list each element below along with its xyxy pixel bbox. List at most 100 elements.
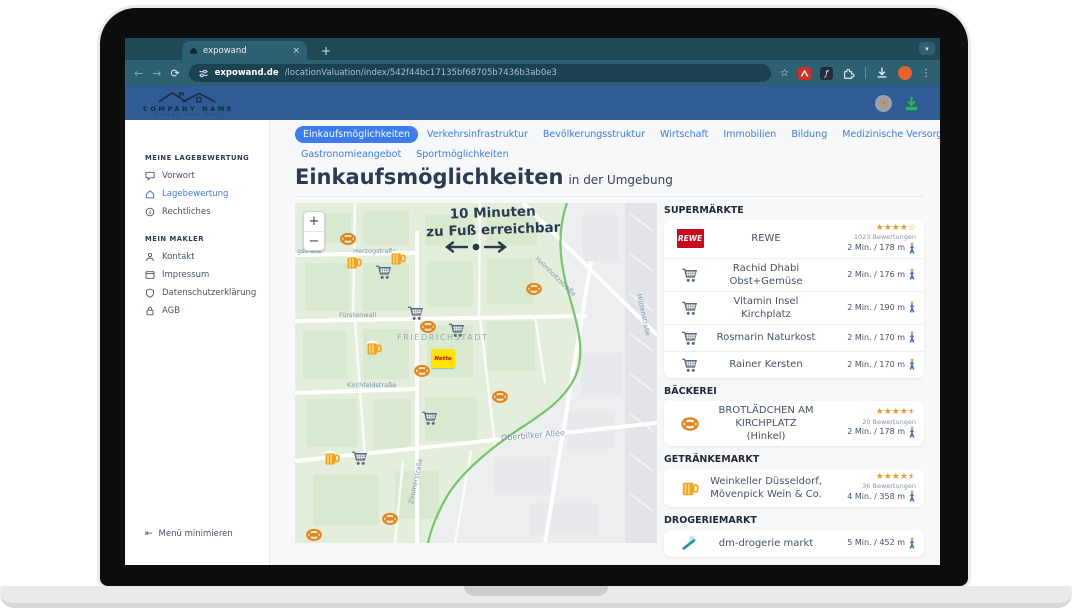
settings-sun-button[interactable] xyxy=(875,95,892,112)
map-netto-logo[interactable]: Netto xyxy=(431,349,455,368)
tab-bildung[interactable]: Bildung xyxy=(785,127,833,142)
store-name: REWE xyxy=(708,232,824,245)
map-beer-icon[interactable] xyxy=(323,449,341,467)
zoom-in-button[interactable]: + xyxy=(304,212,324,231)
site-settings-icon[interactable] xyxy=(198,68,209,79)
map-cart-icon[interactable] xyxy=(375,263,393,281)
tab-wirtschaft[interactable]: Wirtschaft xyxy=(654,127,714,142)
company-name: COMPANY NAME xyxy=(143,105,234,113)
section-title-supermaerkte: SUPERMÄRKTE xyxy=(664,205,924,216)
info-icon xyxy=(145,207,155,217)
walking-icon xyxy=(908,426,916,439)
store-name: Weinkeller Düsseldorf,Mövenpick Wein & C… xyxy=(708,475,824,501)
store-name: Rainer Kersten xyxy=(708,358,824,371)
sidebar-item-label: Impressum xyxy=(162,270,209,280)
map-pretzel-icon[interactable] xyxy=(419,317,437,335)
map-pretzel-icon[interactable] xyxy=(305,525,323,543)
cart-icon xyxy=(681,266,699,284)
walk-radius-annotation: 10 Minuten zu Fuß erreichbar xyxy=(410,203,575,242)
sidebar-item-datenschutz[interactable]: Datenschutzerklärung xyxy=(125,284,269,302)
store-row[interactable]: Rosmarin Naturkost 2 Min. / 170 m xyxy=(664,324,924,351)
tab-bevoelkerungsstruktur[interactable]: Bevölkerungsstruktur xyxy=(537,127,651,142)
content-area: MEINE LAGEBEWERTUNG Vorwort Lagebewertun… xyxy=(125,120,940,565)
tab-list-chevron-icon[interactable]: ▾ xyxy=(919,42,935,55)
browser-menu-icon[interactable]: ⋮ xyxy=(921,68,931,79)
back-icon[interactable]: ← xyxy=(134,68,143,79)
collapse-left-icon xyxy=(145,529,153,539)
profile-avatar[interactable] xyxy=(898,66,912,80)
browser-screen: expowand × + ▾ ← → ⟳ expowand.de /locati… xyxy=(125,38,940,565)
zoom-out-button[interactable]: − xyxy=(304,231,324,250)
tab-immobilien[interactable]: Immobilien xyxy=(717,127,782,142)
url-bar[interactable]: expowand.de /locationValuation/index/542… xyxy=(189,64,771,82)
store-row[interactable]: BROTLÄDCHEN AM KIRCHPLATZ(Hinkel) ★★★★★ … xyxy=(664,401,924,446)
sidebar-item-rechtliches[interactable]: Rechtliches xyxy=(125,203,269,221)
drinks-card: Weinkeller Düsseldorf,Mövenpick Wein & C… xyxy=(664,469,924,507)
bookmark-star-icon[interactable]: ☆ xyxy=(780,68,789,79)
store-name: Vitamin Insel Kirchplatz xyxy=(708,295,824,321)
url-path: /locationValuation/index/542f44bc17135bf… xyxy=(285,68,557,78)
tab-close-icon[interactable]: × xyxy=(292,46,300,56)
sidebar-item-agb[interactable]: AGB xyxy=(125,302,269,320)
star-rating: ★★★★★ xyxy=(824,407,916,417)
store-row[interactable]: Rainer Kersten 2 Min. / 170 m xyxy=(664,351,924,378)
tab-verkehrsinfrastruktur[interactable]: Verkehrsinfrastruktur xyxy=(421,127,534,142)
reload-icon[interactable]: ⟳ xyxy=(170,68,179,79)
sidebar-section-title: MEIN MAKLER xyxy=(125,235,269,248)
cart-icon xyxy=(681,329,699,347)
fx-extension-icon[interactable] xyxy=(820,67,833,80)
sidebar-item-label: Datenschutzerklärung xyxy=(162,288,256,298)
sidebar-item-kontakt[interactable]: Kontakt xyxy=(125,248,269,266)
sidebar-item-lagebewertung[interactable]: Lagebewertung xyxy=(125,185,269,203)
sidebar-item-vorwort[interactable]: Vorwort xyxy=(125,167,269,185)
lock-icon xyxy=(145,306,155,316)
map-pretzel-icon[interactable] xyxy=(339,229,357,247)
rewe-logo: REWE xyxy=(677,229,704,248)
store-row[interactable]: dm-drogerie markt 5 Min. / 452 m xyxy=(664,530,924,557)
home-favicon-icon xyxy=(189,46,198,55)
walking-icon xyxy=(908,490,916,503)
tab-einkaufsmoeglichkeiten[interactable]: Einkaufsmöglichkeiten xyxy=(295,126,418,143)
map-beer-icon[interactable] xyxy=(365,339,383,357)
tab-title: expowand xyxy=(203,46,287,56)
annotation-arrows-icon xyxy=(445,240,507,254)
browser-tab[interactable]: expowand × xyxy=(182,41,307,60)
sidebar-item-label: Lagebewertung xyxy=(162,189,228,199)
map-beer-icon[interactable] xyxy=(345,253,363,271)
downloads-icon[interactable] xyxy=(875,66,889,80)
store-row[interactable]: Weinkeller Düsseldorf,Mövenpick Wein & C… xyxy=(664,469,924,507)
map-cart-icon[interactable] xyxy=(448,321,466,339)
map-cart-icon[interactable] xyxy=(351,449,369,467)
store-row[interactable]: Vitamin Insel Kirchplatz 2 Min. / 190 m xyxy=(664,291,924,324)
map-pretzel-icon[interactable] xyxy=(413,361,431,379)
map-cart-icon[interactable] xyxy=(421,409,439,427)
new-tab-button[interactable]: + xyxy=(321,45,331,57)
sidebar-group-lagebewertung: MEINE LAGEBEWERTUNG Vorwort Lagebewertun… xyxy=(125,154,269,221)
toothbrush-icon xyxy=(680,533,700,553)
forward-icon[interactable]: → xyxy=(152,68,161,79)
store-name: BROTLÄDCHEN AM KIRCHPLATZ(Hinkel) xyxy=(708,404,824,443)
walking-icon xyxy=(908,242,916,255)
store-row[interactable]: Rachid Dhabi Obst+Gemüse 2 Min. / 176 m xyxy=(664,258,924,291)
tab-sportmoeglichkeiten[interactable]: Sportmöglichkeiten xyxy=(410,147,514,162)
map-pretzel-icon[interactable] xyxy=(525,279,543,297)
minimize-menu-label: Menü minimieren xyxy=(159,529,233,539)
sidebar-item-impressum[interactable]: Impressum xyxy=(125,266,269,284)
minimize-menu-button[interactable]: Menü minimieren xyxy=(145,529,233,539)
extensions-puzzle-icon[interactable] xyxy=(842,66,856,80)
walking-icon xyxy=(908,331,916,344)
sun-icon xyxy=(878,97,890,109)
store-row[interactable]: REWE REWE ★★★★☆ 1023 Bewertungen 2 Min. … xyxy=(664,220,924,257)
header-actions xyxy=(875,95,920,112)
company-logo[interactable]: COMPANY NAME Slogan Goes Here xyxy=(143,89,234,118)
map-pretzel-icon[interactable] xyxy=(491,387,509,405)
tab-gastronomieangebot[interactable]: Gastronomieangebot xyxy=(295,147,407,162)
map-pretzel-icon[interactable] xyxy=(381,509,399,527)
map-canvas[interactable]: gstraße Herzogstraße Fürstenwall FRIEDRI… xyxy=(295,203,657,543)
distance: 2 Min. / 178 m xyxy=(824,426,916,439)
download-report-button[interactable] xyxy=(903,95,920,112)
tab-medizinische-versorgung[interactable]: Medizinische Versorgung xyxy=(836,127,940,142)
distance: 2 Min. / 170 m xyxy=(824,358,916,371)
pdf-extension-icon[interactable] xyxy=(798,67,811,80)
distance: 4 Min. / 358 m xyxy=(824,490,916,503)
